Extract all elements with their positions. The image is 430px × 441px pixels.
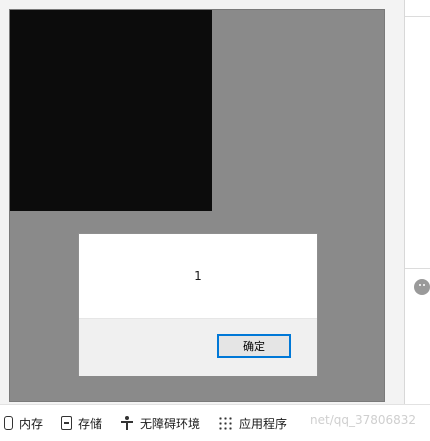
toolbar-item-storage[interactable]: 存储 xyxy=(61,415,102,432)
panel-divider xyxy=(405,268,430,269)
alert-message: 1 xyxy=(194,269,202,283)
toolbar-item-memory[interactable]: 内存 xyxy=(4,415,43,432)
panel-divider xyxy=(405,16,430,17)
storage-icon xyxy=(61,416,73,430)
devtools-window: 1 确定 内存 存储 无障碍环境 应用程序 net/qq_37806832 xyxy=(0,0,430,441)
toolbar-item-accessibility[interactable]: 无障碍环境 xyxy=(120,415,200,432)
black-square xyxy=(10,10,212,211)
emulator-viewport: 1 确定 xyxy=(9,9,385,402)
toolbar-item-label: 存储 xyxy=(78,416,103,431)
memory-icon xyxy=(4,416,13,430)
alert-footer: 确定 xyxy=(79,318,317,376)
apps-icon xyxy=(218,415,234,431)
accessibility-icon xyxy=(120,416,134,430)
toolbar-item-label: 无障碍环境 xyxy=(140,416,201,431)
toolbar-item-label: 应用程序 xyxy=(239,416,288,431)
watermark-text: net/qq_37806832 xyxy=(310,413,417,427)
ok-button[interactable]: 确定 xyxy=(217,334,291,358)
side-panel xyxy=(404,0,430,404)
feedback-smiley-icon[interactable] xyxy=(414,279,430,295)
toolbar-item-label: 内存 xyxy=(19,416,44,431)
alert-dialog: 1 确定 xyxy=(78,233,318,376)
toolbar-item-applications[interactable]: 应用程序 xyxy=(218,415,287,432)
